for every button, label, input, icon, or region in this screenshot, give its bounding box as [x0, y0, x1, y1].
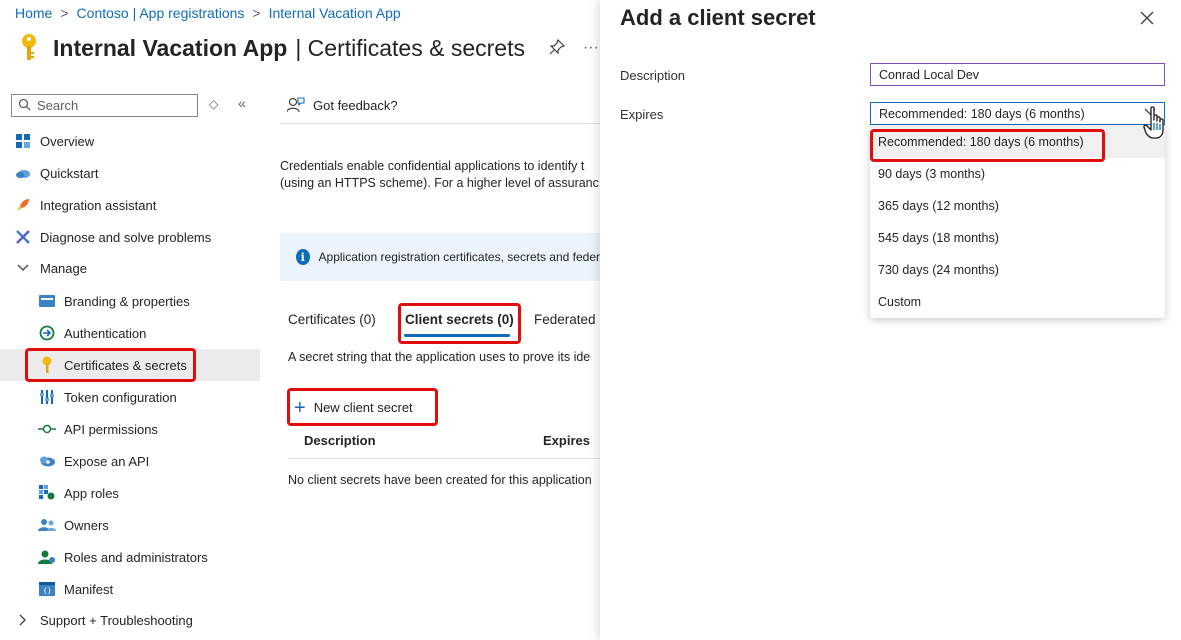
sidebar-item-token-configuration[interactable]: Token configuration [0, 381, 260, 413]
chevron-right-icon [14, 611, 32, 629]
expires-label: Expires [620, 107, 664, 122]
page-title: Internal Vacation App [53, 34, 288, 61]
breadcrumb: Home > Contoso | App registrations > Int… [15, 4, 401, 22]
rocket-icon [14, 196, 32, 214]
expires-option[interactable]: 365 days (12 months) [870, 190, 1165, 222]
cursor-hand-icon [1143, 106, 1169, 143]
highlight-box [398, 303, 521, 344]
token-icon [38, 388, 56, 406]
sidebar-item-label: App roles [64, 485, 119, 501]
description-line: (using an HTTPS scheme). For a higher le… [280, 176, 599, 190]
highlight-box [25, 348, 196, 382]
sidebar-item-label: Integration assistant [40, 197, 157, 213]
sidebar-item-api-permissions[interactable]: API permissions [0, 413, 260, 445]
highlight-box [870, 129, 1105, 162]
expires-select[interactable]: Recommended: 180 days (6 months) [870, 102, 1165, 125]
description-value: Conrad Local Dev [879, 67, 980, 82]
info-icon: i [296, 249, 310, 265]
sidebar-item-label: API permissions [64, 421, 158, 437]
expires-selected-value: Recommended: 180 days (6 months) [879, 106, 1085, 121]
wrench-icon [14, 228, 32, 246]
sidebar-item-overview[interactable]: Overview [0, 125, 260, 157]
roles-icon [38, 548, 56, 566]
panel-title: Add a client secret [620, 5, 816, 30]
sidebar-item-label: Diagnose and solve problems [40, 229, 212, 245]
info-banner: i Application registration certificates,… [280, 233, 600, 281]
sidebar-item-integration-assistant[interactable]: Integration assistant [0, 189, 260, 221]
expand-icon[interactable]: ◇ [209, 97, 218, 111]
sidebar-item-label: Authentication [64, 325, 147, 341]
close-icon[interactable] [1140, 8, 1154, 31]
sidebar-item-diagnose[interactable]: Diagnose and solve problems [0, 221, 260, 253]
page-subtitle: | Certificates & secrets [295, 34, 525, 61]
search-icon [18, 98, 31, 114]
app-roles-icon [38, 484, 56, 502]
owners-icon [38, 516, 56, 534]
empty-state-text: No client secrets have been created for … [288, 473, 592, 487]
sidebar-item-manifest[interactable]: {} Manifest [0, 573, 260, 605]
cloud-icon [38, 452, 56, 470]
sidebar-item-label: Expose an API [64, 453, 150, 469]
column-header-description[interactable]: Description [304, 433, 376, 448]
branding-icon [38, 292, 56, 310]
sidebar-group-support[interactable]: Support + Troubleshooting [0, 604, 260, 636]
feedback-icon [287, 97, 305, 113]
sidebar-item-authentication[interactable]: Authentication [0, 317, 260, 349]
breadcrumb-home[interactable]: Home [15, 5, 52, 21]
expires-option[interactable]: 90 days (3 months) [870, 158, 1165, 190]
api-permissions-icon [38, 420, 56, 438]
tab-certificates[interactable]: Certificates (0) [288, 312, 376, 327]
column-header-expires[interactable]: Expires [543, 433, 590, 448]
sidebar-item-owners[interactable]: Owners [0, 509, 260, 541]
expires-option[interactable]: 545 days (18 months) [870, 222, 1165, 254]
feedback-button[interactable]: Got feedback? [287, 95, 398, 115]
search-input[interactable]: Search [11, 94, 198, 117]
overview-icon [14, 132, 32, 150]
collapse-icon[interactable]: « [238, 95, 246, 111]
sidebar-item-app-roles[interactable]: App roles [0, 477, 260, 509]
description-line: Credentials enable confidential applicat… [280, 159, 585, 173]
expires-option[interactable]: Custom [870, 286, 1165, 318]
search-placeholder: Search [37, 98, 79, 113]
add-client-secret-panel: Add a client secret Description Conrad L… [600, 0, 1181, 640]
breadcrumb-app[interactable]: Internal Vacation App [269, 5, 401, 21]
sidebar-item-label: Manifest [64, 581, 114, 597]
sidebar-item-label: Branding & properties [64, 293, 190, 309]
secret-description: A secret string that the application use… [288, 350, 591, 364]
divider [280, 123, 600, 124]
page-header: Internal Vacation App | Certificates & s… [15, 30, 599, 66]
sidebar-item-label: Owners [64, 517, 109, 533]
manifest-icon: {} [38, 580, 56, 598]
sidebar-item-label: Roles and administrators [64, 549, 208, 565]
sidebar-item-roles-administrators[interactable]: Roles and administrators [0, 541, 260, 573]
breadcrumb-app-registrations[interactable]: Contoso | App registrations [77, 5, 245, 21]
sidebar-item-branding[interactable]: Branding & properties [0, 285, 260, 317]
breadcrumb-separator: > [60, 5, 69, 21]
sidebar-item-label: Quickstart [40, 165, 99, 181]
chevron-down-icon [14, 259, 32, 277]
sidebar-item-expose-api[interactable]: Expose an API [0, 445, 260, 477]
info-text: Application registration certificates, s… [318, 250, 600, 264]
sidebar-item-label: Support + Troubleshooting [40, 612, 193, 628]
sidebar-group-manage[interactable]: Manage [0, 252, 260, 284]
pin-icon[interactable] [549, 38, 566, 58]
feedback-label: Got feedback? [313, 97, 398, 113]
svg-text:{}: {} [43, 587, 51, 595]
credentials-description: Credentials enable confidential applicat… [280, 158, 600, 192]
sidebar-item-label: Token configuration [64, 389, 177, 405]
authentication-icon [38, 324, 56, 342]
breadcrumb-separator: > [252, 5, 261, 21]
expires-option[interactable]: 730 days (24 months) [870, 254, 1165, 286]
sidebar-item-label: Manage [40, 260, 87, 276]
description-field[interactable]: Conrad Local Dev [870, 63, 1165, 86]
divider [288, 458, 600, 459]
sidebar-item-quickstart[interactable]: Quickstart [0, 157, 260, 189]
tab-federated[interactable]: Federated [534, 312, 596, 327]
more-icon[interactable]: ··· [583, 39, 599, 57]
highlight-box [287, 388, 438, 426]
description-label: Description [620, 68, 686, 83]
key-icon [15, 33, 43, 63]
quickstart-icon [14, 164, 32, 182]
sidebar-item-label: Overview [40, 133, 95, 149]
